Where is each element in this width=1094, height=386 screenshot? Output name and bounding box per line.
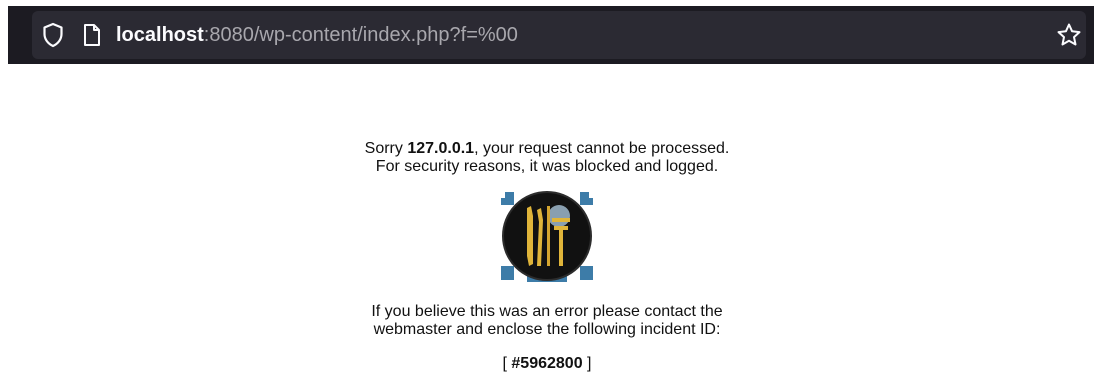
incident-id: [ #5962800 ] (0, 355, 1094, 373)
url-path: :8080/wp-content/index.php?f=%00 (203, 24, 518, 46)
browser-toolbar: localhost:8080/wp-content/index.php?f=%0… (0, 0, 1094, 64)
shield-icon[interactable] (42, 22, 64, 48)
block-page-content: Sorry 127.0.0.1, your request cannot be … (0, 140, 1094, 373)
message-line-4: webmaster and enclose the following inci… (373, 321, 721, 338)
page-icon[interactable] (82, 23, 102, 47)
incident-bracket-close: ] (582, 355, 592, 372)
star-icon[interactable] (1056, 22, 1082, 48)
message-prefix: Sorry (364, 140, 408, 157)
client-ip: 127.0.0.1 (407, 140, 475, 157)
contact-message: If you believe this was an error please … (0, 303, 1094, 339)
firewall-logo-icon (501, 191, 593, 282)
message-line-3: If you believe this was an error please … (371, 303, 723, 320)
message-line-2: For security reasons, it was blocked and… (375, 158, 719, 175)
incident-number: #5962800 (511, 355, 583, 372)
url-host: localhost (116, 24, 204, 46)
message-suffix: , your request cannot be processed. (474, 140, 730, 157)
block-message: Sorry 127.0.0.1, your request cannot be … (0, 140, 1094, 176)
message-line-1: Sorry 127.0.0.1, your request cannot be … (0, 140, 1094, 158)
url-text[interactable]: localhost:8080/wp-content/index.php?f=%0… (116, 22, 518, 48)
